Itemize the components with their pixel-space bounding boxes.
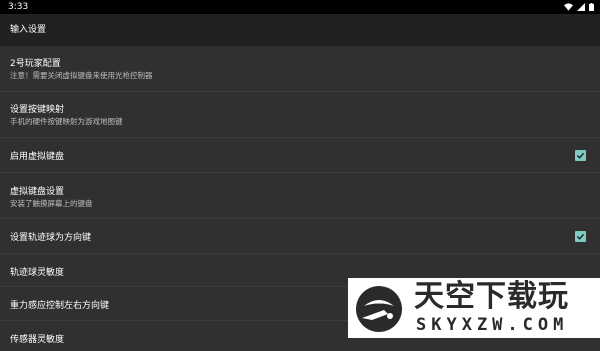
signal-icon [577,3,585,11]
check-icon [576,152,585,159]
setting-summary: 安装了触摸屏幕上的键盘 [10,199,93,208]
setting-virtual-keyboard-settings[interactable]: 虚拟键盘设置 安装了触摸屏幕上的键盘 [0,173,600,219]
check-icon [576,233,585,240]
setting-summary: 手机的硬件按键映射为游戏地图键 [10,117,123,126]
setting-trackball-dpad[interactable]: 设置轨迹球为方向键 [0,219,600,254]
watermark-overlay: 天空下载玩 SKYXZW.COM [348,278,600,338]
watermark-brand-cn: 天空下载玩 [414,279,569,314]
wifi-icon [564,3,573,11]
watermark-logo-icon [356,286,402,332]
battery-icon [589,3,594,11]
setting-key-mapping[interactable]: 设置按键映射 手机的硬件按键映射为游戏地图键 [0,92,600,138]
setting-title: 轨迹球灵敏度 [10,268,65,278]
setting-title: 重力感应控制左右方向键 [10,301,110,311]
setting-virtual-keyboard[interactable]: 启用虚拟键盘 [0,138,600,173]
watermark-brand-en: SKYXZW.COM [416,315,569,335]
setting-summary: 注意！需要关闭虚拟键盘来使用光枪控制器 [10,71,153,80]
setting-title: 2号玩家配置 [10,59,61,69]
setting-title: 设置按键映射 [10,105,65,115]
setting-title: 虚拟键盘设置 [10,187,65,197]
setting-title: 设置轨迹球为方向键 [10,233,92,243]
setting-player2-config[interactable]: 2号玩家配置 注意！需要关闭虚拟键盘来使用光枪控制器 [0,46,600,92]
status-time: 3:33 [8,2,29,12]
status-bar: 3:33 [0,0,600,14]
trackball-dpad-checkbox[interactable] [575,231,586,242]
virtual-keyboard-checkbox[interactable] [575,150,586,161]
setting-title: 传感器灵敏度 [10,335,65,345]
setting-title: 启用虚拟键盘 [10,152,65,162]
page-title: 输入设置 [10,25,47,35]
status-icons [564,3,594,11]
app-bar: 输入设置 [0,14,600,46]
